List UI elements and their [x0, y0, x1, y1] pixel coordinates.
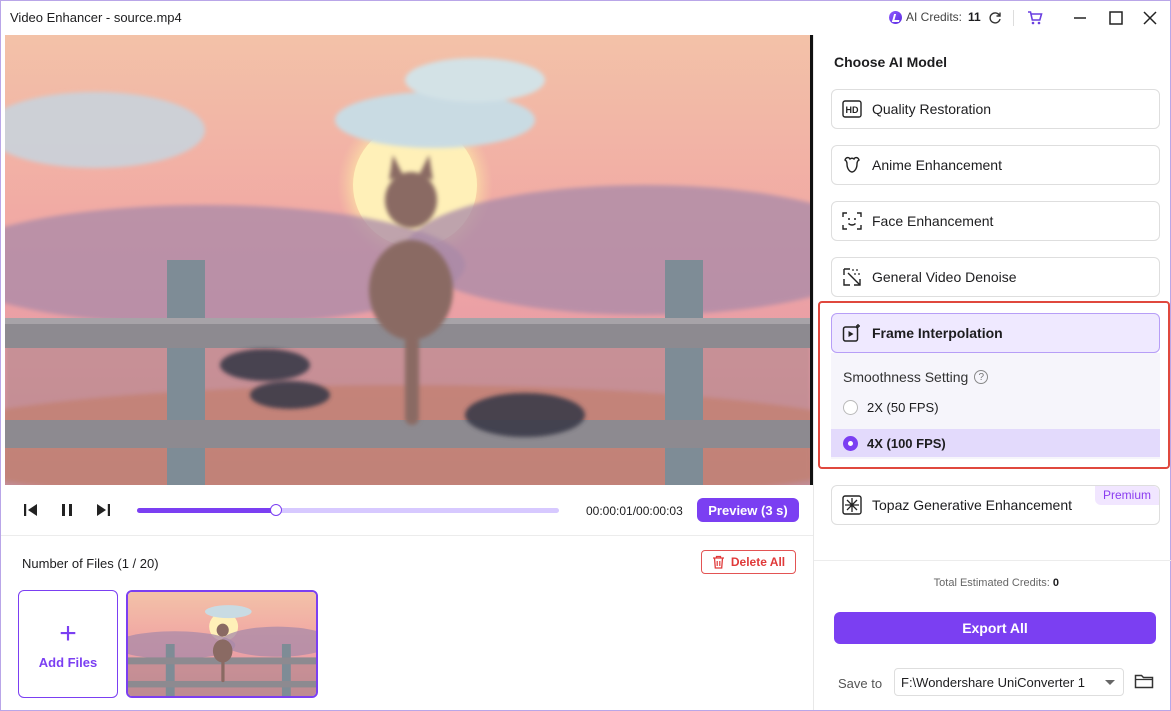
premium-badge: Premium	[1094, 486, 1159, 505]
titlebar-separator	[1013, 10, 1014, 26]
radio-button-selected[interactable]	[843, 435, 858, 451]
estimated-credits-label: Total Estimated Credits:	[933, 577, 1050, 589]
thumbnail-image	[128, 592, 316, 696]
ai-credits-icon	[889, 10, 902, 24]
cart-icon[interactable]	[1024, 7, 1046, 29]
save-to-dropdown[interactable]: F:\Wondershare UniConverter 1	[894, 668, 1124, 696]
frame-interpolation-icon	[841, 322, 863, 344]
trash-icon	[712, 555, 724, 569]
title-bar: Video Enhancer - source.mp4 AI Credits: …	[1, 1, 1170, 34]
video-preview[interactable]	[5, 35, 811, 485]
video-frame-image	[5, 35, 811, 485]
smoothness-settings: Smoothness Setting ? 2X (50 FPS) 4X (100…	[831, 353, 1160, 459]
face-scan-icon	[841, 210, 863, 232]
maximize-icon[interactable]	[1105, 7, 1127, 29]
denoise-icon	[841, 266, 863, 288]
file-count-label: Number of Files (1 / 20)	[22, 556, 159, 571]
option-label: 2X (50 FPS)	[867, 399, 939, 415]
ai-credits-value: 11	[968, 10, 981, 24]
model-face-enhancement[interactable]: Face Enhancement	[831, 201, 1160, 241]
close-icon[interactable]	[1139, 7, 1161, 29]
timecode: 00:00:01/00:00:03	[586, 504, 683, 518]
add-files-label: Add Files	[38, 654, 98, 670]
preview-button[interactable]: Preview (3 s)	[697, 498, 799, 522]
model-label: Quality Restoration	[872, 101, 992, 117]
delete-all-button[interactable]: Delete All	[701, 550, 796, 574]
model-label: Anime Enhancement	[872, 157, 1002, 173]
progress-slider[interactable]	[137, 504, 559, 516]
estimated-credits: Total Estimated Credits: 0	[814, 577, 1059, 589]
delete-all-label: Delete All	[730, 555, 786, 569]
next-frame-icon[interactable]	[93, 500, 113, 520]
model-label: Face Enhancement	[872, 213, 994, 229]
ai-credits-label: AI Credits:	[906, 10, 963, 24]
panel-title: Choose AI Model	[834, 54, 948, 70]
estimated-credits-value: 0	[1052, 577, 1059, 589]
model-label: General Video Denoise	[872, 269, 1017, 285]
player-controls: 00:00:01/00:00:03 Preview (3 s)	[1, 485, 813, 535]
save-to-label: Save to	[838, 676, 883, 691]
hd-icon: HD	[841, 98, 863, 120]
option-4x[interactable]: 4X (100 FPS)	[831, 429, 1160, 457]
controls-divider	[1, 535, 813, 536]
sparkle-icon	[841, 494, 863, 516]
model-anime-enhancement[interactable]: Anime Enhancement	[831, 145, 1160, 185]
help-icon[interactable]: ?	[974, 370, 989, 384]
add-files-button[interactable]: + Add Files	[18, 590, 118, 698]
refresh-icon[interactable]	[984, 7, 1006, 29]
export-all-button[interactable]: Export All	[834, 612, 1156, 644]
radio-button[interactable]	[843, 399, 858, 415]
window-title: Video Enhancer - source.mp4	[10, 10, 182, 25]
option-2x[interactable]: 2X (50 FPS)	[831, 393, 1160, 421]
save-to-value: F:\Wondershare UniConverter 1	[901, 674, 1086, 690]
anime-icon	[841, 154, 863, 176]
model-label: Topaz Generative Enhancement	[872, 497, 1073, 513]
ai-credits: AI Credits: 11	[889, 10, 981, 24]
model-topaz-generative-enhancement[interactable]: Topaz Generative Enhancement Premium	[831, 485, 1160, 525]
file-thumbnail[interactable]	[126, 590, 318, 698]
model-quality-restoration[interactable]: HD Quality Restoration	[831, 89, 1160, 129]
smoothness-label-text: Smoothness Setting	[843, 369, 969, 385]
progress-thumb[interactable]	[270, 504, 283, 516]
option-label: 4X (100 FPS)	[867, 435, 946, 451]
minimize-icon[interactable]	[1069, 7, 1091, 29]
model-general-video-denoise[interactable]: General Video Denoise	[831, 257, 1160, 297]
svg-text:HD: HD	[846, 105, 859, 115]
chevron-down-icon	[1105, 680, 1115, 685]
previous-frame-icon[interactable]	[21, 500, 41, 520]
ai-model-panel: Choose AI Model HD Quality Restoration A…	[813, 35, 1171, 710]
model-frame-interpolation[interactable]: Frame Interpolation	[831, 313, 1160, 353]
app-window: Video Enhancer - source.mp4 AI Credits: …	[0, 0, 1171, 711]
panel-divider	[814, 560, 1171, 561]
smoothness-setting-label: Smoothness Setting ?	[843, 369, 989, 385]
plus-icon: +	[59, 616, 77, 650]
progress-fill	[137, 508, 277, 513]
pause-icon[interactable]	[57, 500, 77, 520]
folder-icon[interactable]	[1134, 672, 1154, 690]
model-label: Frame Interpolation	[872, 325, 1003, 341]
